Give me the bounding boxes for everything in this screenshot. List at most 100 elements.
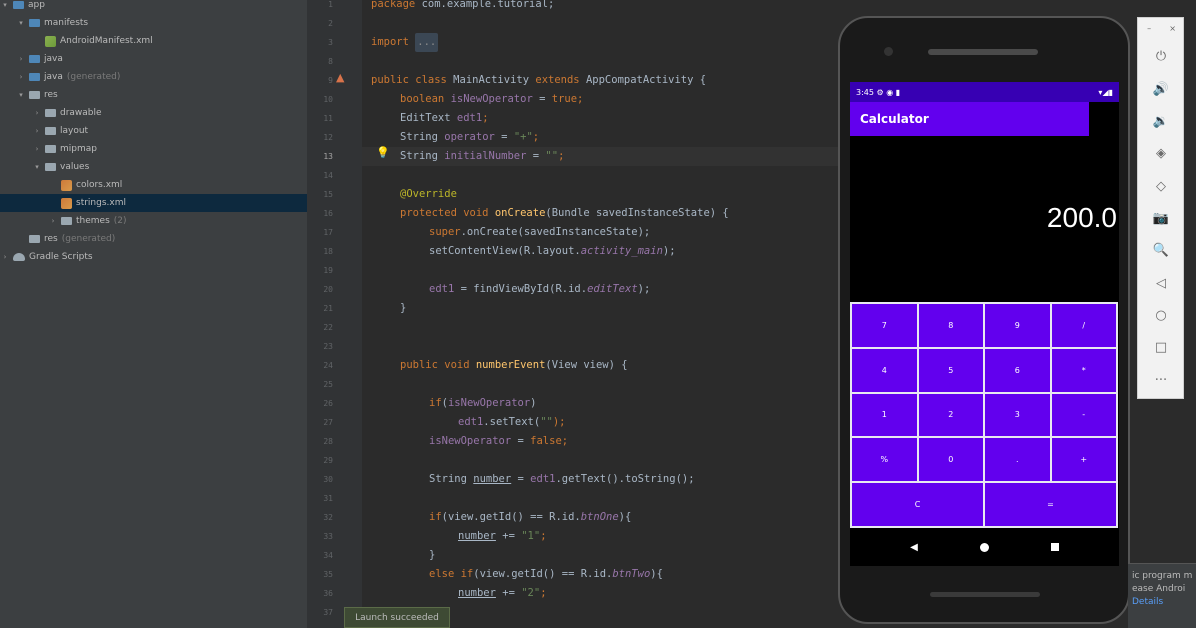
line-number: 3 [328,38,333,47]
folder-icon [29,19,40,27]
tree-item-res[interactable]: ▾ res [0,86,307,104]
android-nav-bar: ◀ [850,528,1119,566]
volume-up-icon[interactable]: 🔊 [1150,78,1172,100]
screenshot-icon[interactable]: 📷 [1150,207,1172,229]
overview-icon[interactable]: □ [1150,336,1172,358]
key-equals[interactable]: = [985,483,1116,526]
key-8[interactable]: 8 [918,304,983,347]
chevron-right-icon[interactable]: › [48,217,58,225]
code-line-11: EditText edt1; [400,112,489,124]
code-line-30: String number = edt1.getText().toString(… [429,473,695,485]
status-icons: ⚙ ◉ ▮ [876,87,901,97]
fold-marker[interactable]: ... [415,33,439,52]
chevron-down-icon[interactable]: ▾ [16,91,26,99]
chevron-right-icon[interactable]: › [0,253,10,261]
tree-item-java-generated[interactable]: › java (generated) [0,68,307,86]
key-multiply[interactable]: * [1051,348,1116,392]
key-6[interactable]: 6 [985,348,1050,392]
code-line-15: @Override [400,188,457,200]
chevron-right-icon[interactable]: › [32,109,42,117]
power-icon[interactable]: ⏻ [1150,45,1172,67]
run-icon[interactable]: ▲ [336,71,344,84]
key-add[interactable]: + [1051,438,1116,482]
tree-item-drawable[interactable]: › drawable [0,104,307,122]
code-line-26: if(isNewOperator) [429,397,537,409]
zoom-icon[interactable]: 🔍 [1150,239,1172,261]
calculator-display[interactable]: 200.0 [1047,202,1117,234]
chevron-right-icon[interactable]: › [32,127,42,135]
folder-icon [45,145,56,153]
chevron-down-icon[interactable]: ▾ [32,163,42,171]
tree-item-label: drawable [60,108,102,118]
more-icon[interactable]: ··· [1150,369,1172,391]
emulator-screen[interactable]: 3:45 ⚙ ◉ ▮ ▾◢▮ Calculator 200.0 7 8 9 / … [850,82,1119,566]
tree-item-colors-xml[interactable]: colors.xml [0,176,307,194]
tree-item-android-manifest[interactable]: AndroidManifest.xml [0,32,307,50]
home-icon[interactable] [979,542,989,552]
code-line-35: else if(view.getId() == R.id.btnTwo){ [429,568,663,580]
key-1[interactable]: 1 [852,393,917,437]
tree-item-manifests[interactable]: ▾ manifests [0,14,307,32]
back-icon[interactable]: ◁ [1150,272,1172,294]
line-number: 10 [323,95,333,104]
minimize-icon[interactable]: – [1147,24,1151,33]
speaker-grille [928,49,1038,55]
rotate-right-icon[interactable]: ◇ [1150,175,1172,197]
line-number: 15 [323,190,333,199]
code-line-33: number += "1"; [458,530,547,542]
line-number: 17 [323,228,333,237]
notification-balloon: ic program m ease Androi Details [1128,563,1196,628]
tree-item-label: colors.xml [76,180,123,190]
line-number: 28 [323,437,333,446]
key-3[interactable]: 3 [985,393,1050,437]
line-number: 30 [323,475,333,484]
key-2[interactable]: 2 [918,393,983,437]
folder-icon [45,109,56,117]
chevron-down-icon[interactable]: ▾ [16,19,26,27]
tree-item-java[interactable]: › java [0,50,307,68]
key-decimal[interactable]: . [985,438,1050,482]
chevron-down-icon[interactable]: ▾ [0,1,10,9]
home-icon[interactable]: ○ [1150,304,1172,326]
tree-item-label: java [44,72,63,82]
line-number: 21 [323,304,333,313]
line-number: 16 [323,209,333,218]
notification-details-link[interactable]: Details [1132,596,1196,609]
key-subtract[interactable]: - [1051,393,1116,437]
key-0[interactable]: 0 [918,438,983,482]
tree-item-layout[interactable]: › layout [0,122,307,140]
close-icon[interactable]: × [1169,24,1176,33]
folder-icon [29,73,40,81]
chevron-right-icon[interactable]: › [32,145,42,153]
rotate-left-icon[interactable]: ◈ [1150,142,1172,164]
key-divide[interactable]: / [1051,304,1116,347]
key-5[interactable]: 5 [918,348,983,392]
key-clear[interactable]: C [852,483,983,526]
code-line-36: number += "2"; [458,587,547,599]
tree-item-gradle-scripts[interactable]: › Gradle Scripts [0,248,307,266]
status-time: 3:45 [856,87,874,97]
tree-item-themes[interactable]: › themes (2) [0,212,307,230]
folder-icon [61,217,72,225]
chevron-right-icon[interactable]: › [16,73,26,81]
tree-item-res-generated[interactable]: res (generated) [0,230,307,248]
tree-item-label: manifests [44,18,89,28]
key-percent[interactable]: % [852,438,917,482]
back-icon[interactable]: ◀ [910,542,918,553]
recents-icon[interactable] [1050,543,1059,551]
tree-item-app[interactable]: ▾ app [0,0,307,14]
key-9[interactable]: 9 [985,304,1050,347]
chevron-right-icon[interactable]: › [16,55,26,63]
signal-battery-icons: ▾◢▮ [1098,87,1113,97]
lightbulb-icon[interactable]: 💡 [376,146,390,159]
launch-toast: Launch succeeded [344,607,450,628]
volume-down-icon[interactable]: 🔉 [1150,110,1172,132]
code-line-9: public class MainActivity extends AppCom… [371,74,707,86]
tree-item-strings-xml[interactable]: strings.xml [0,194,307,212]
tree-item-mipmap[interactable]: › mipmap [0,140,307,158]
tree-item-values[interactable]: ▾ values [0,158,307,176]
toolbar-window-controls: – × [1138,18,1185,38]
key-7[interactable]: 7 [852,304,917,347]
tree-item-label: values [60,162,90,172]
key-4[interactable]: 4 [852,348,917,392]
